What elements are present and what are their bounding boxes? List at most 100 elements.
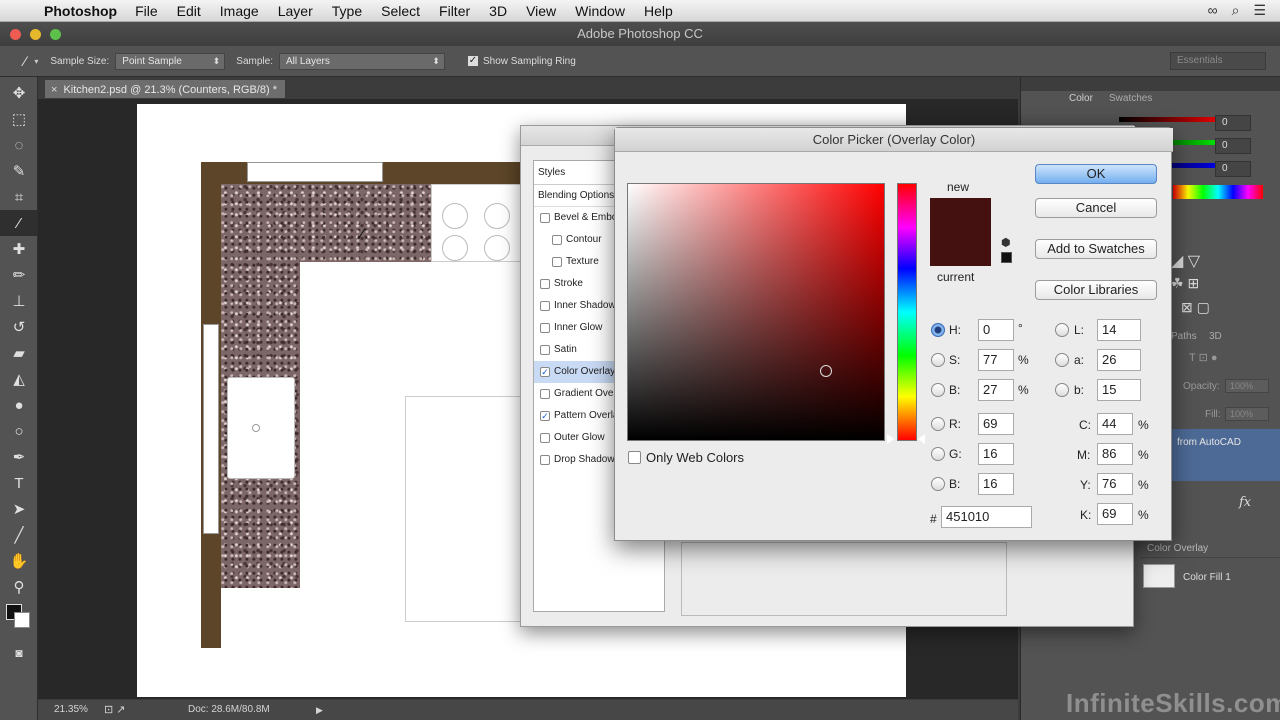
hue-slider[interactable] — [897, 183, 917, 441]
effect-color-overlay[interactable]: Color Overlay — [1147, 543, 1208, 554]
fill-field[interactable]: 100% — [1225, 407, 1269, 421]
saturation-input[interactable]: 77 — [978, 349, 1014, 371]
hand-tool-icon[interactable]: ✋ — [0, 548, 38, 574]
lasso-tool-icon[interactable]: ◌ — [0, 132, 38, 158]
line-tool-icon[interactable]: ╱ — [0, 522, 38, 548]
pattern-overlay-checkbox[interactable]: ✓ — [540, 411, 550, 421]
bevel-emboss-checkbox[interactable] — [540, 213, 550, 223]
blur-tool-icon[interactable]: ● — [0, 392, 38, 418]
hue-radio[interactable] — [931, 323, 945, 337]
brightness-radio[interactable] — [931, 383, 945, 397]
sampling-ring-checkbox[interactable]: ✓ — [466, 55, 479, 67]
sample-size-select[interactable]: Point Sample — [115, 52, 226, 70]
creative-cloud-icon[interactable]: ∞ — [1208, 2, 1218, 19]
close-document-icon[interactable]: × — [51, 84, 57, 96]
history-brush-tool-icon[interactable]: ↺ — [0, 314, 38, 340]
hue-slider-right-arrow[interactable] — [918, 434, 925, 444]
document-tab[interactable]: × Kitchen2.psd @ 21.3% (Counters, RGB/8) … — [44, 79, 286, 99]
move-tool-icon[interactable]: ✥ — [0, 80, 38, 106]
tab-color[interactable]: Color — [1069, 93, 1093, 104]
lab-l-radio[interactable] — [1055, 323, 1069, 337]
eyedropper-tool-icon[interactable]: ⁄ — [0, 210, 38, 236]
cancel-button[interactable]: Cancel — [1035, 198, 1157, 218]
tab-3d[interactable]: 3D — [1209, 331, 1222, 342]
crop-tool-icon[interactable]: ⌗ — [0, 184, 38, 210]
opacity-field[interactable]: 100% — [1225, 379, 1269, 393]
current-color-swatch[interactable] — [930, 232, 991, 266]
status-share-icon[interactable]: ⊡ ↗ — [104, 700, 126, 720]
saturation-brightness-field[interactable] — [627, 183, 885, 441]
close-window-button[interactable] — [10, 29, 21, 40]
eraser-tool-icon[interactable]: ▰ — [0, 340, 38, 366]
blue-value[interactable]: 0 — [1215, 161, 1251, 177]
blue-input[interactable]: 16 — [978, 473, 1014, 495]
tab-paths[interactable]: Paths — [1171, 331, 1197, 342]
brightness-input[interactable]: 27 — [978, 379, 1014, 401]
blue-radio[interactable] — [931, 477, 945, 491]
adjustment-icons[interactable]: ◢ ▽ — [1171, 251, 1200, 271]
path-selection-tool-icon[interactable]: ➤ — [0, 496, 38, 522]
type-tool-icon[interactable]: T — [0, 470, 38, 496]
fx-icon[interactable]: fx — [1239, 495, 1251, 510]
tab-swatches[interactable]: Swatches — [1109, 93, 1152, 104]
layer-color-fill[interactable]: Color Fill 1 — [1183, 572, 1231, 583]
background-color-swatch[interactable] — [14, 612, 30, 628]
quick-select-tool-icon[interactable]: ✎ — [0, 158, 38, 184]
green-value[interactable]: 0 — [1215, 138, 1251, 154]
eyedropper-icon[interactable]: ⁄ — [24, 53, 26, 69]
outer-glow-checkbox[interactable] — [540, 433, 550, 443]
layer-filter-icons[interactable]: T ⊡ ● — [1189, 351, 1218, 364]
zoom-window-button[interactable] — [50, 29, 61, 40]
hex-input[interactable]: 451010 — [941, 506, 1032, 528]
menu-type[interactable]: Type — [332, 3, 362, 19]
zoom-level[interactable]: 21.35% — [54, 700, 88, 720]
sample-select[interactable]: All Layers — [278, 52, 445, 70]
menu-app-name[interactable]: Photoshop — [44, 3, 117, 19]
marquee-tool-icon[interactable]: ⬚ — [0, 106, 38, 132]
web-safe-color-icon[interactable] — [1001, 252, 1012, 263]
pen-tool-icon[interactable]: ✒ — [0, 444, 38, 470]
zoom-tool-icon[interactable]: ⚲ — [0, 574, 38, 600]
menu-layer[interactable]: Layer — [278, 3, 313, 19]
tool-preset-chevron-icon[interactable]: ▾ — [34, 57, 38, 66]
healing-brush-tool-icon[interactable]: ✚ — [0, 236, 38, 262]
menu-image[interactable]: Image — [220, 3, 259, 19]
yellow-input[interactable]: 76 — [1097, 473, 1133, 495]
clone-stamp-tool-icon[interactable]: ⊥ — [0, 288, 38, 314]
quick-mask-icon[interactable]: ◙ — [0, 640, 38, 666]
menu-help[interactable]: Help — [644, 3, 673, 19]
stroke-checkbox[interactable] — [540, 279, 550, 289]
drop-shadow-checkbox[interactable] — [540, 455, 550, 465]
magenta-input[interactable]: 86 — [1097, 443, 1133, 465]
black-input[interactable]: 69 — [1097, 503, 1133, 525]
dodge-tool-icon[interactable]: ○ — [0, 418, 38, 444]
inner-glow-checkbox[interactable] — [540, 323, 550, 333]
lab-a-input[interactable]: 26 — [1097, 349, 1141, 371]
color-field-cursor[interactable] — [820, 365, 832, 377]
hue-slider-left-arrow[interactable] — [887, 434, 894, 444]
list-menu-icon[interactable]: ☰ — [1253, 2, 1266, 19]
color-ramp[interactable] — [1173, 185, 1263, 199]
green-input[interactable]: 16 — [978, 443, 1014, 465]
workspace-select[interactable]: Essentials — [1170, 52, 1266, 70]
spotlight-search-icon[interactable]: ⌕ — [1232, 2, 1240, 19]
red-value[interactable]: 0 — [1215, 115, 1251, 131]
cyan-input[interactable]: 44 — [1097, 413, 1133, 435]
texture-checkbox[interactable] — [552, 257, 562, 267]
lab-b-radio[interactable] — [1055, 383, 1069, 397]
menu-file[interactable]: File — [135, 3, 158, 19]
color-overlay-checkbox[interactable]: ✓ — [540, 367, 550, 377]
red-slider[interactable] — [1119, 117, 1229, 122]
out-of-gamut-cube-icon[interactable]: ⬢ — [1001, 236, 1011, 249]
adjustment-icons-row2[interactable]: ☘ ⊞ — [1171, 275, 1199, 292]
contour-checkbox[interactable] — [552, 235, 562, 245]
brush-tool-icon[interactable]: ✏ — [0, 262, 38, 288]
menu-filter[interactable]: Filter — [439, 3, 470, 19]
lab-a-radio[interactable] — [1055, 353, 1069, 367]
add-to-swatches-button[interactable]: Add to Swatches — [1035, 239, 1157, 259]
ok-button[interactable]: OK — [1035, 164, 1157, 184]
menu-3d[interactable]: 3D — [489, 3, 507, 19]
lab-l-input[interactable]: 14 — [1097, 319, 1141, 341]
status-menu-arrow-icon[interactable]: ▶ — [316, 700, 323, 720]
hue-input[interactable]: 0 — [978, 319, 1014, 341]
